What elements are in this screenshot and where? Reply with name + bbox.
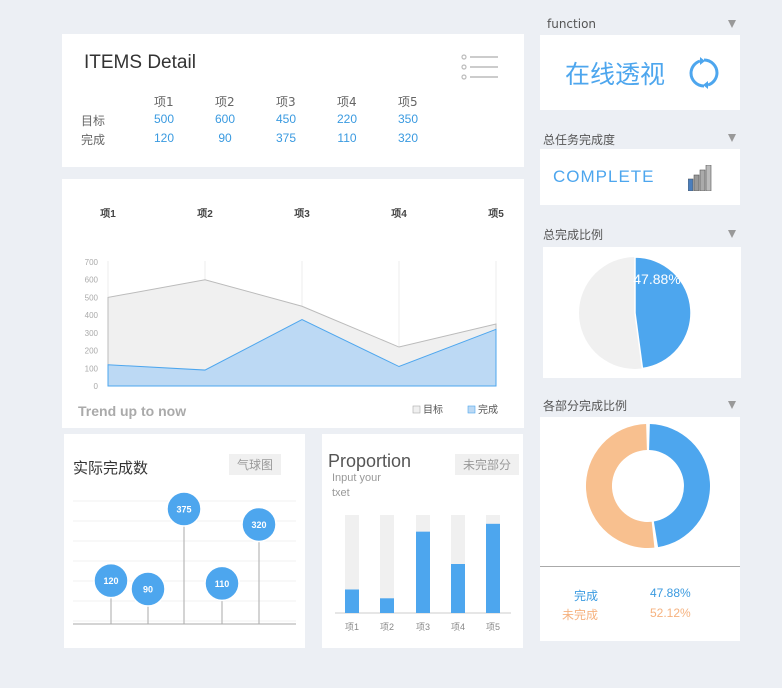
y-tick-label: 0 <box>94 382 99 391</box>
bar-chart-icon <box>687 164 714 196</box>
donut-slice-complete <box>649 424 711 548</box>
y-tick-label: 300 <box>85 329 99 338</box>
table-cell: 500 <box>153 112 175 126</box>
table-cell: 600 <box>214 112 236 126</box>
prop-bar-complete <box>380 598 394 613</box>
part-card: 完成 47.88% 未完成 52.12% <box>540 417 740 641</box>
function-label[interactable]: 在线透视 <box>565 55 665 91</box>
task-section-title: 总任务完成度 <box>543 133 616 147</box>
table-header: 项1 <box>154 95 174 109</box>
table-cell: 220 <box>336 112 358 126</box>
trend-footer-title: Trend up to now <box>78 403 186 419</box>
proportion-bar-chart: 项1 项2 项3 项4 项5 <box>335 515 511 632</box>
trend-area-chart: 项1 项2 项3 项4 项5 0 100 200 300 400 500 600 700 Trend up… <box>78 208 504 419</box>
table-cell: 110 <box>337 131 357 145</box>
legend-target-swatch <box>412 405 421 414</box>
table-cell: 350 <box>397 112 419 126</box>
balloon-data-label: 110 <box>215 579 230 589</box>
donut-slice-incomplete <box>585 424 655 549</box>
legend-complete-swatch <box>467 405 476 414</box>
balloon-data-label: 120 <box>103 576 118 586</box>
prop-x-label: 项2 <box>380 622 394 632</box>
task-card: COMPLETE <box>540 149 740 205</box>
function-card[interactable]: 在线透视 <box>540 35 740 110</box>
prop-bar-complete <box>416 531 430 613</box>
balloon-data-label: 90 <box>143 585 153 595</box>
ratio-card: 47.88% <box>543 247 741 378</box>
function-collapse-icon[interactable] <box>728 20 736 28</box>
table-row-label: 目标 <box>81 114 106 128</box>
table-cell: 120 <box>153 131 175 145</box>
table-cell: 375 <box>275 131 297 145</box>
table-cell: 450 <box>275 112 297 126</box>
balloon-data-label: 375 <box>176 505 191 515</box>
trend-top-label: 项3 <box>294 208 310 220</box>
task-collapse-icon[interactable] <box>728 134 736 142</box>
trend-top-label: 项4 <box>391 208 407 220</box>
part-section-title: 各部分完成比例 <box>543 399 628 413</box>
table-header: 项2 <box>215 95 235 109</box>
prop-x-label: 项4 <box>451 622 465 632</box>
trend-top-label: 项2 <box>197 208 213 220</box>
list-icon[interactable] <box>460 54 500 82</box>
y-tick-label: 700 <box>85 258 99 267</box>
y-tick-label: 200 <box>85 347 99 356</box>
divider <box>540 566 740 567</box>
balloon-data-label: 320 <box>251 520 266 530</box>
refresh-icon[interactable] <box>688 57 720 94</box>
y-tick-label: 100 <box>85 364 99 373</box>
y-tick-label: 400 <box>85 311 99 320</box>
table-header: 项5 <box>398 95 418 109</box>
ratio-collapse-icon[interactable] <box>728 230 736 238</box>
y-tick-label: 500 <box>85 293 99 302</box>
part-donut-chart <box>585 424 711 549</box>
prop-bar-complete <box>451 564 465 613</box>
items-detail-card: ITEMS Detail 项1 项2 项3 项4 项5 目标 500 600 450 220 350… <box>62 34 524 167</box>
proportion-card: Proportion Input your txet 未完部分 项1 项2 项3 项4… <box>322 434 523 648</box>
completion-pie-chart: 47.88% <box>579 256 692 370</box>
prop-bar-remaining <box>380 515 394 613</box>
balloon-chart: 120 90 375 110 320 <box>73 491 296 625</box>
table-cell: 90 <box>218 131 232 145</box>
prop-x-label: 项1 <box>345 622 359 632</box>
legend-complete-label: 完成 <box>478 403 498 416</box>
y-tick-label: 600 <box>85 276 99 285</box>
table-row-label: 完成 <box>81 133 106 147</box>
function-section-title: function <box>547 17 597 31</box>
complete-label: COMPLETE <box>553 167 655 186</box>
prop-x-label: 项3 <box>416 622 430 632</box>
trend-top-label: 项5 <box>488 208 504 220</box>
legend-incomplete-value: 52.12% <box>650 606 691 620</box>
part-collapse-icon[interactable] <box>728 401 736 409</box>
legend-complete-label: 完成 <box>574 589 599 603</box>
balloon-card: 实际完成数 气球图 120 90 375 110 320 <box>64 434 305 648</box>
ratio-section-title: 总完成比例 <box>543 228 604 242</box>
trend-card: 项1 项2 项3 项4 项5 0 100 200 300 400 500 600 700 Trend up… <box>62 179 524 428</box>
table-header: 项3 <box>276 95 296 109</box>
table-header: 项4 <box>337 95 357 109</box>
legend-complete-value: 47.88% <box>650 586 691 600</box>
table-cell: 320 <box>397 131 419 145</box>
prop-bar-complete <box>345 589 359 613</box>
legend-incomplete-label: 未完成 <box>562 608 599 622</box>
legend-target-label: 目标 <box>423 404 443 416</box>
trend-top-label: 项1 <box>100 208 116 220</box>
prop-x-label: 项5 <box>486 622 500 632</box>
pie-data-label: 47.88% <box>633 271 680 287</box>
items-detail-title: ITEMS Detail <box>84 52 196 73</box>
prop-bar-complete <box>486 523 500 613</box>
